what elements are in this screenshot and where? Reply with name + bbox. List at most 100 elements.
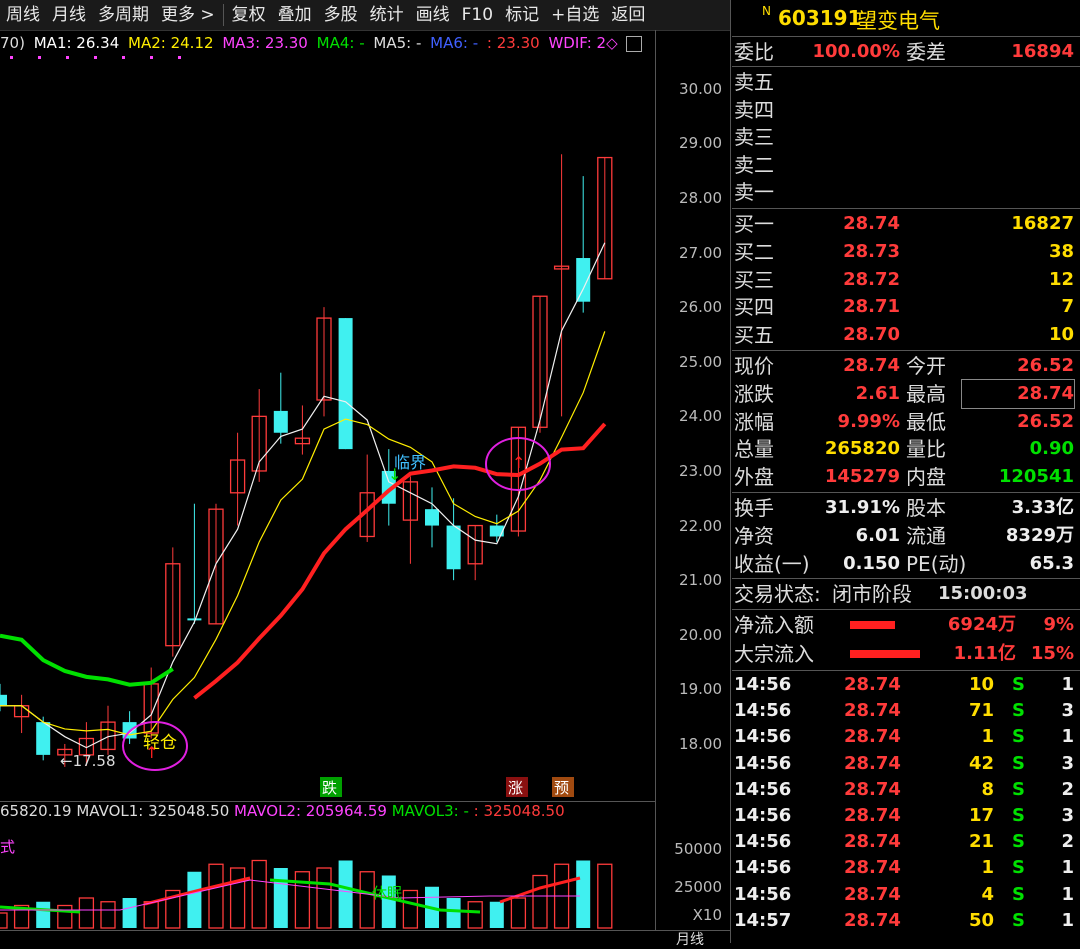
quote-label: 最低 <box>906 409 946 434</box>
toolbar-button[interactable]: 返回 <box>605 0 651 30</box>
volume-bar-up <box>532 874 548 929</box>
trade-volume: 1 <box>981 726 994 748</box>
ask-row: 卖三 <box>732 123 1080 151</box>
toolbar-button[interactable]: 月线 <box>46 0 92 30</box>
toolbar-button[interactable]: 多股 <box>318 0 364 30</box>
up-arrow-icon: ↑ <box>145 743 158 762</box>
period-label[interactable]: 月线 <box>676 929 704 949</box>
bid-volume: 10 <box>1048 324 1074 346</box>
stats-row: 换手 31.91% 股本 3.33亿 <box>732 494 1080 522</box>
trade-price: 28.74 <box>844 857 901 879</box>
volume-bar-up <box>0 912 8 929</box>
bid-label: 买二 <box>734 239 774 264</box>
quote-row: 涨幅 9.99% 最低 26.52 <box>732 408 1080 436</box>
price-tick: 20.00 <box>679 625 722 644</box>
stats-value: 0.150 <box>843 553 900 574</box>
bid-volume: 12 <box>1048 268 1074 290</box>
volume-bar-up <box>467 901 483 929</box>
trade-row: 14:56 28.74 71 S 3 <box>732 698 1080 724</box>
trade-price: 28.74 <box>844 778 901 800</box>
weibi-value: 100.00% <box>812 41 901 62</box>
ma3-label: MA3: 23.30 <box>222 34 308 52</box>
trade-row: 14:56 28.74 8 S 2 <box>732 777 1080 803</box>
bottom-bar: 月线 <box>0 930 730 948</box>
volume-bar-down <box>187 871 202 928</box>
bid-row: 买三 28.72 12 <box>732 266 1080 294</box>
price-tick: 21.00 <box>679 571 722 590</box>
trade-volume: 21 <box>968 831 994 853</box>
trade-volume: 17 <box>968 805 994 826</box>
candle-body-down <box>338 318 353 450</box>
divider <box>732 208 1080 209</box>
toolbar-button[interactable]: 多周期 <box>92 0 155 30</box>
trade-side: S <box>1012 752 1025 774</box>
stats-value: 65.3 <box>1029 553 1074 574</box>
trade-price: 28.74 <box>844 752 901 774</box>
quote-row: 涨跌 2.61 最高 28.74 <box>732 378 1080 409</box>
candle-body-down <box>36 722 51 755</box>
quote-label: 总量 <box>734 437 774 462</box>
rest-label: 休眠 <box>372 884 402 902</box>
toolbar-button[interactable]: +自选 <box>545 0 605 30</box>
ma-legend: 70) MA1: 26.34 MA2: 24.12 MA3: 23.30 MA4… <box>0 30 655 56</box>
stats-value: 6.01 <box>855 525 900 546</box>
volume-bar-down <box>273 868 288 928</box>
volume-chart: 休眠 <box>0 859 613 929</box>
bid-volume: 38 <box>1048 240 1074 262</box>
trade-time: 14:56 <box>734 752 792 774</box>
toolbar-button[interactable]: 复权 <box>226 0 272 30</box>
trade-count: 1 <box>1061 726 1074 748</box>
quote-row: 外盘 145279 内盘 120541 <box>732 463 1080 491</box>
trade-price: 28.74 <box>844 674 901 695</box>
volume-bar-down <box>576 860 591 928</box>
quote-row: 总量 265820 量比 0.90 <box>732 435 1080 463</box>
trade-time: 14:56 <box>734 726 792 748</box>
ask-row: 卖二 <box>732 151 1080 179</box>
ma1-label: MA1: 26.34 <box>33 34 120 52</box>
toolbar-button[interactable]: 统计 <box>364 0 410 30</box>
ask-row: 卖五 <box>732 68 1080 96</box>
quote-value: 9.99% <box>837 410 900 432</box>
toolbar-separator <box>222 4 224 26</box>
trade-time: 14:56 <box>734 883 792 905</box>
volume-bar-up <box>57 904 73 929</box>
ma6-value: : 23.30 <box>486 34 540 52</box>
toolbar-button[interactable]: 标记 <box>499 0 545 30</box>
kline-chart: 轻仓↑←17.58↑临界↓跌涨预 <box>0 56 613 797</box>
flow-pct: 15% <box>1030 643 1074 664</box>
volume-bar-up <box>229 867 246 929</box>
toolbar-button[interactable]: F10 <box>456 0 499 30</box>
trade-volume: 71 <box>968 700 994 722</box>
trade-count: 1 <box>1061 857 1074 879</box>
trade-count: 3 <box>1061 805 1074 826</box>
toolbar-button[interactable]: 周线 <box>0 0 46 30</box>
trade-count: 2 <box>1061 831 1074 853</box>
candle-body-down <box>489 525 504 537</box>
volume-bar-down <box>446 898 461 928</box>
trade-side: S <box>1012 909 1025 931</box>
toolbar-button[interactable]: 叠加 <box>272 0 318 30</box>
trade-time: 14:56 <box>734 674 792 695</box>
settings-square-icon[interactable] <box>626 35 643 52</box>
trade-time: 14:56 <box>734 805 792 826</box>
flow-bar <box>850 650 920 658</box>
trade-row: 14:56 28.74 10 S 1 <box>732 672 1080 698</box>
trade-side: S <box>1012 883 1025 905</box>
trade-side: S <box>1012 805 1025 826</box>
trade-volume: 4 <box>981 883 994 905</box>
toolbar-button[interactable]: 更多 > <box>155 0 221 30</box>
trade-count: 2 <box>1061 778 1074 800</box>
trade-side: S <box>1012 726 1025 748</box>
trade-price: 28.74 <box>844 883 901 905</box>
mavol1-label: MAVOL1: 325048.50 <box>76 802 230 820</box>
volume-bar-up <box>143 901 159 929</box>
divider <box>732 350 1080 351</box>
ma2-label: MA2: 24.12 <box>128 34 214 52</box>
trade-volume: 42 <box>968 752 994 774</box>
volume-bar-down <box>36 901 51 928</box>
quote-label: 外盘 <box>734 465 774 490</box>
status-value: 闭市阶段 <box>832 582 912 606</box>
toolbar-button[interactable]: 画线 <box>410 0 456 30</box>
quote-value: 26.52 <box>1017 410 1074 432</box>
weibi-label: 委比 <box>734 40 774 64</box>
